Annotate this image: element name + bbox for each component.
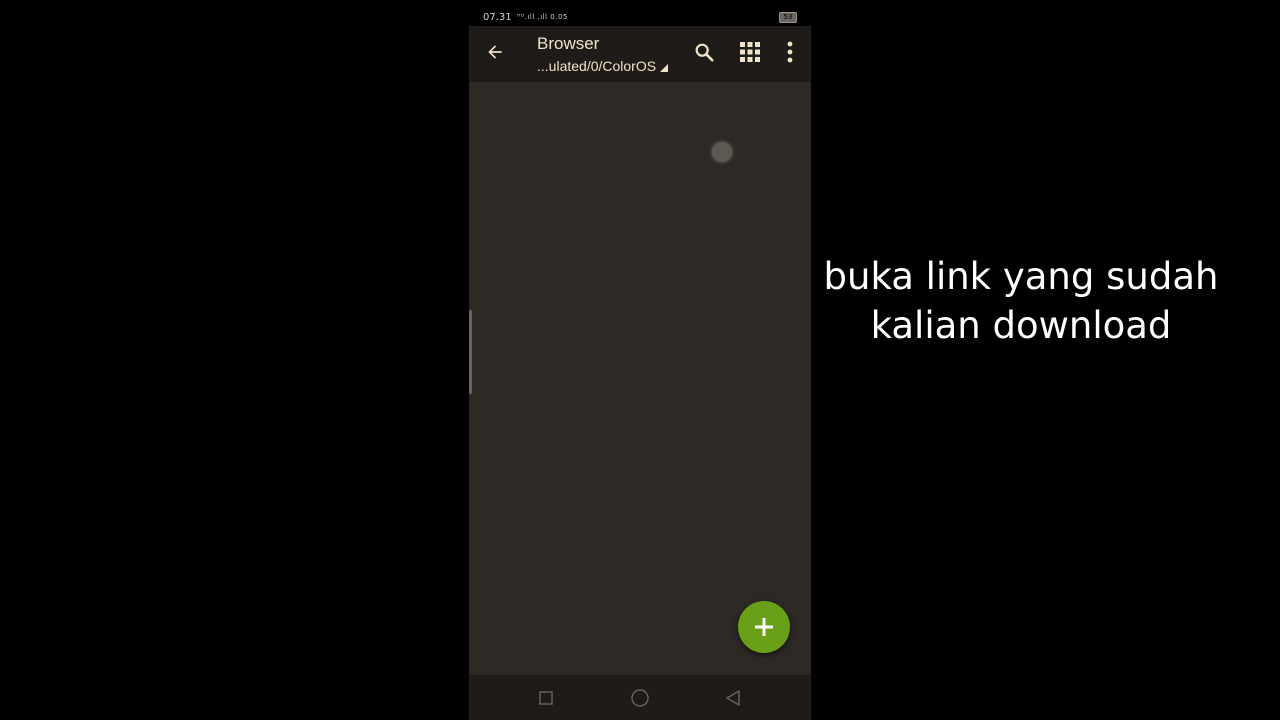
dropdown-corner-icon [660,64,669,72]
scroll-handle[interactable] [469,310,472,394]
grid-view-button[interactable] [730,32,770,72]
page-title: Browser [537,34,600,53]
arrow-left-icon [488,45,502,59]
recents-button[interactable] [532,685,560,711]
path-breadcrumb[interactable]: ...ulated/0/ColorOS [537,58,669,74]
file-list-area[interactable] [469,82,811,675]
home-button[interactable] [626,685,654,711]
app-toolbar: Browser ...ulated/0/ColorOS [469,26,811,82]
back-button[interactable] [475,32,515,72]
more-options-button[interactable] [770,32,810,72]
signal-icons: ᴴᴰ.ıll .ıll 0.05 [517,13,568,21]
system-back-button[interactable] [719,685,747,711]
square-recents-icon [539,691,553,705]
touch-indicator [712,142,732,162]
battery-icon: 53 [779,12,797,23]
status-time: 07.31 [483,12,512,23]
more-vertical-icon [787,41,793,63]
caption-line-2: kalian download [870,304,1172,347]
add-button[interactable] [738,601,790,653]
path-label: ...ulated/0/ColorOS [537,58,657,74]
grid-view-icon [740,42,760,62]
video-frame: 07.31 ᴴᴰ.ıll .ıll 0.05 53 Browser ...ula… [0,0,1280,720]
search-icon [695,43,714,62]
status-bar: 07.31 ᴴᴰ.ıll .ıll 0.05 53 [469,0,811,26]
circle-home-icon [631,689,649,707]
search-button[interactable] [684,32,724,72]
caption-line-1: buka link yang sudah [823,255,1219,298]
phone-screen: 07.31 ᴴᴰ.ıll .ıll 0.05 53 Browser ...ula… [469,0,811,720]
triangle-back-icon [726,690,740,706]
caption-text: buka link yang sudah kalian download [812,252,1230,350]
plus-icon [755,618,773,636]
system-nav-bar [469,675,811,720]
